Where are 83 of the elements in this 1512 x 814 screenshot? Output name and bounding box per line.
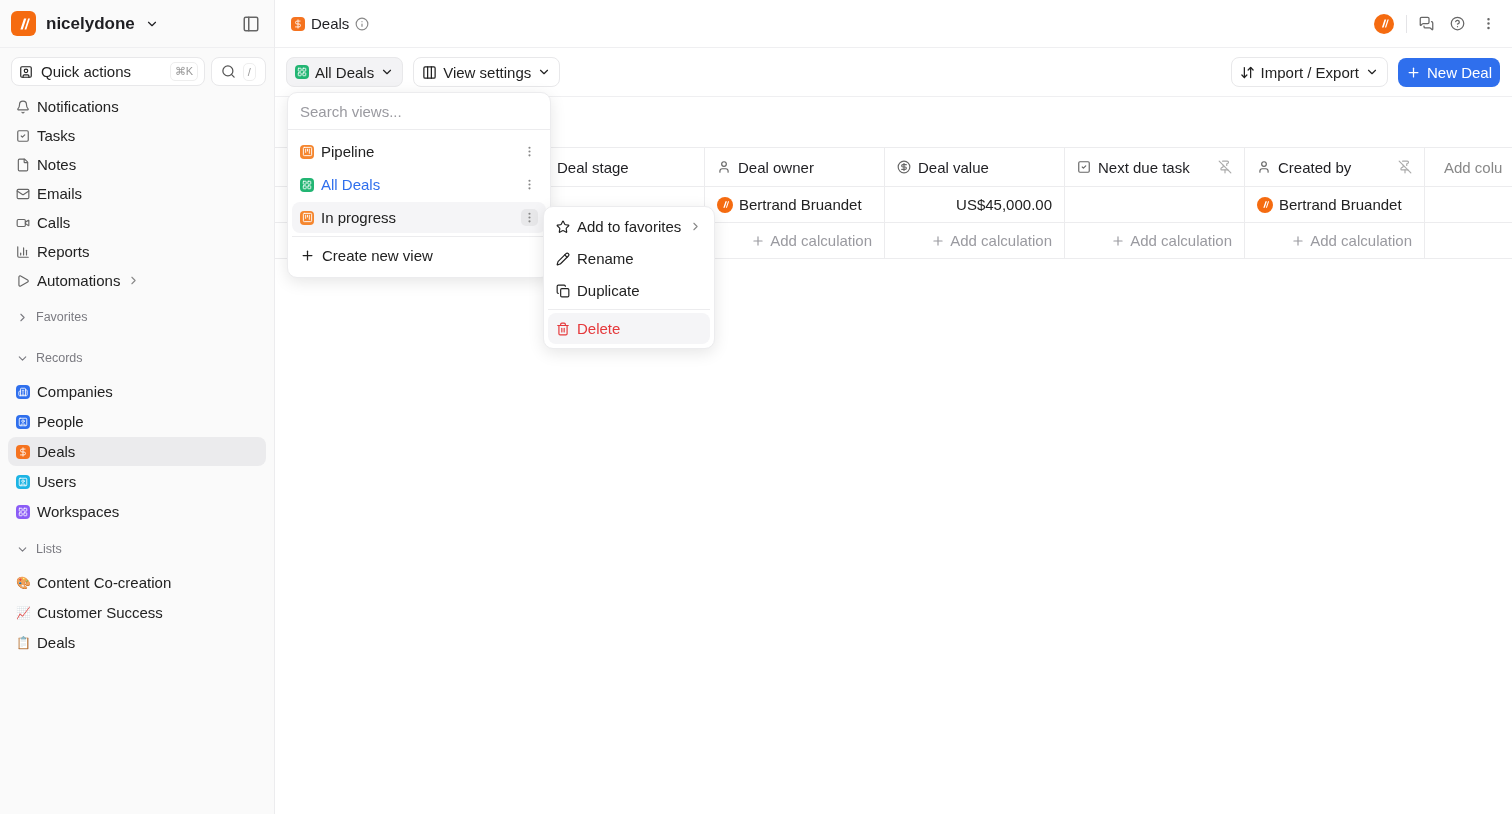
mail-icon [16,186,30,201]
sidebar-item[interactable]: People [8,407,266,436]
bell-icon [16,99,30,114]
search-icon [221,64,237,79]
quick-actions-button[interactable]: Quick actions ⌘K [11,57,205,86]
avatar-icon [1257,196,1273,213]
shortcut-key: ⌘K [169,62,198,81]
sidebar-item[interactable]: 🎨 Content Co-creation [8,568,266,597]
checkbox-icon [1077,160,1091,174]
unpin-icon[interactable] [1398,160,1412,174]
plus-icon [1291,233,1306,248]
file-icon [16,157,30,172]
workspace-name[interactable]: nicelydone [46,13,135,34]
kanban-icon [300,210,314,225]
star-icon [556,219,570,234]
unpin-icon[interactable] [1218,160,1232,174]
chat-button[interactable] [1419,16,1434,31]
sidebar-item[interactable]: Calls [8,208,266,237]
create-view-button[interactable]: Create new view [292,240,546,271]
copy-icon [556,283,570,298]
sidebar-item[interactable]: Notifications [8,92,266,121]
plus-icon [1111,233,1126,248]
section-header[interactable]: Favorites [0,307,274,327]
shortcut-key: / [242,62,256,81]
sidebar-item[interactable]: 📋 Deals [8,628,266,657]
search-views-field[interactable]: Search views... [288,93,550,130]
column-header[interactable]: Deal owner [705,147,885,187]
dollar-icon [291,16,305,31]
sidebar-item[interactable]: Reports [8,237,266,266]
grid-icon [300,177,314,192]
plus-icon [1405,64,1421,80]
section-header[interactable]: Records [0,348,274,368]
kanban-icon [300,144,314,159]
column-header[interactable]: Next due task [1065,147,1245,187]
person-icon [717,160,731,174]
page-title: Deals [311,15,350,32]
checkbox-icon [16,128,30,143]
dollar-icon [897,160,911,174]
play-icon [16,273,30,288]
table-cell: US$45,000.00 [885,187,1065,223]
sidebar-item[interactable]: Deals [8,437,266,466]
chat-icon [1419,16,1434,31]
help-icon [1450,16,1465,31]
avatar-icon[interactable] [1374,13,1394,34]
new-deal-button[interactable]: New Deal [1397,57,1500,87]
columns-icon [422,64,438,80]
avatar-icon [717,196,733,213]
sidebar-item[interactable]: Users [8,467,266,496]
section-header[interactable]: Lists [0,539,274,559]
logo-icon [11,11,36,36]
trash-icon [556,321,570,336]
plus-icon [300,248,315,263]
column-header[interactable]: Created by [1245,147,1425,187]
sidebar-toggle-button[interactable] [242,14,260,33]
info-icon [355,16,370,31]
sidebar-item[interactable]: Tasks [8,121,266,150]
pencil-icon [556,251,570,266]
view-item[interactable]: In progress [292,202,546,233]
view-settings-button[interactable]: View settings [413,57,561,87]
sidebar-item[interactable]: Workspaces [8,497,266,526]
view-item[interactable]: Pipeline [292,136,546,167]
add-column-button[interactable]: Add colu [1425,147,1512,187]
person-icon [1257,160,1271,174]
view-item[interactable]: All Deals [292,169,546,200]
table-cell: Bertrand Bruandet [1245,187,1425,223]
view-selector[interactable]: All Deals [286,57,404,87]
help-button[interactable] [1450,16,1465,31]
column-header[interactable]: Deal value [885,147,1065,187]
more-icon[interactable] [521,209,538,226]
plus-icon [751,233,766,248]
plus-icon [931,233,946,248]
sidebar-item[interactable]: Emails [8,179,266,208]
sidebar-item[interactable]: Automations [8,266,266,295]
menu-item[interactable]: Duplicate [548,275,710,306]
sidebar-item[interactable]: Notes [8,150,266,179]
arrows-icon [1239,64,1255,80]
import-export-button[interactable]: Import / Export [1230,57,1388,87]
sidebar-item[interactable]: 📈 Customer Success [8,598,266,627]
menu-item[interactable]: Rename [548,243,710,274]
chart-icon [16,244,30,259]
menu-item[interactable]: Delete [548,313,710,344]
grid-icon [295,65,309,79]
sidebar-item[interactable]: Companies [8,377,266,406]
